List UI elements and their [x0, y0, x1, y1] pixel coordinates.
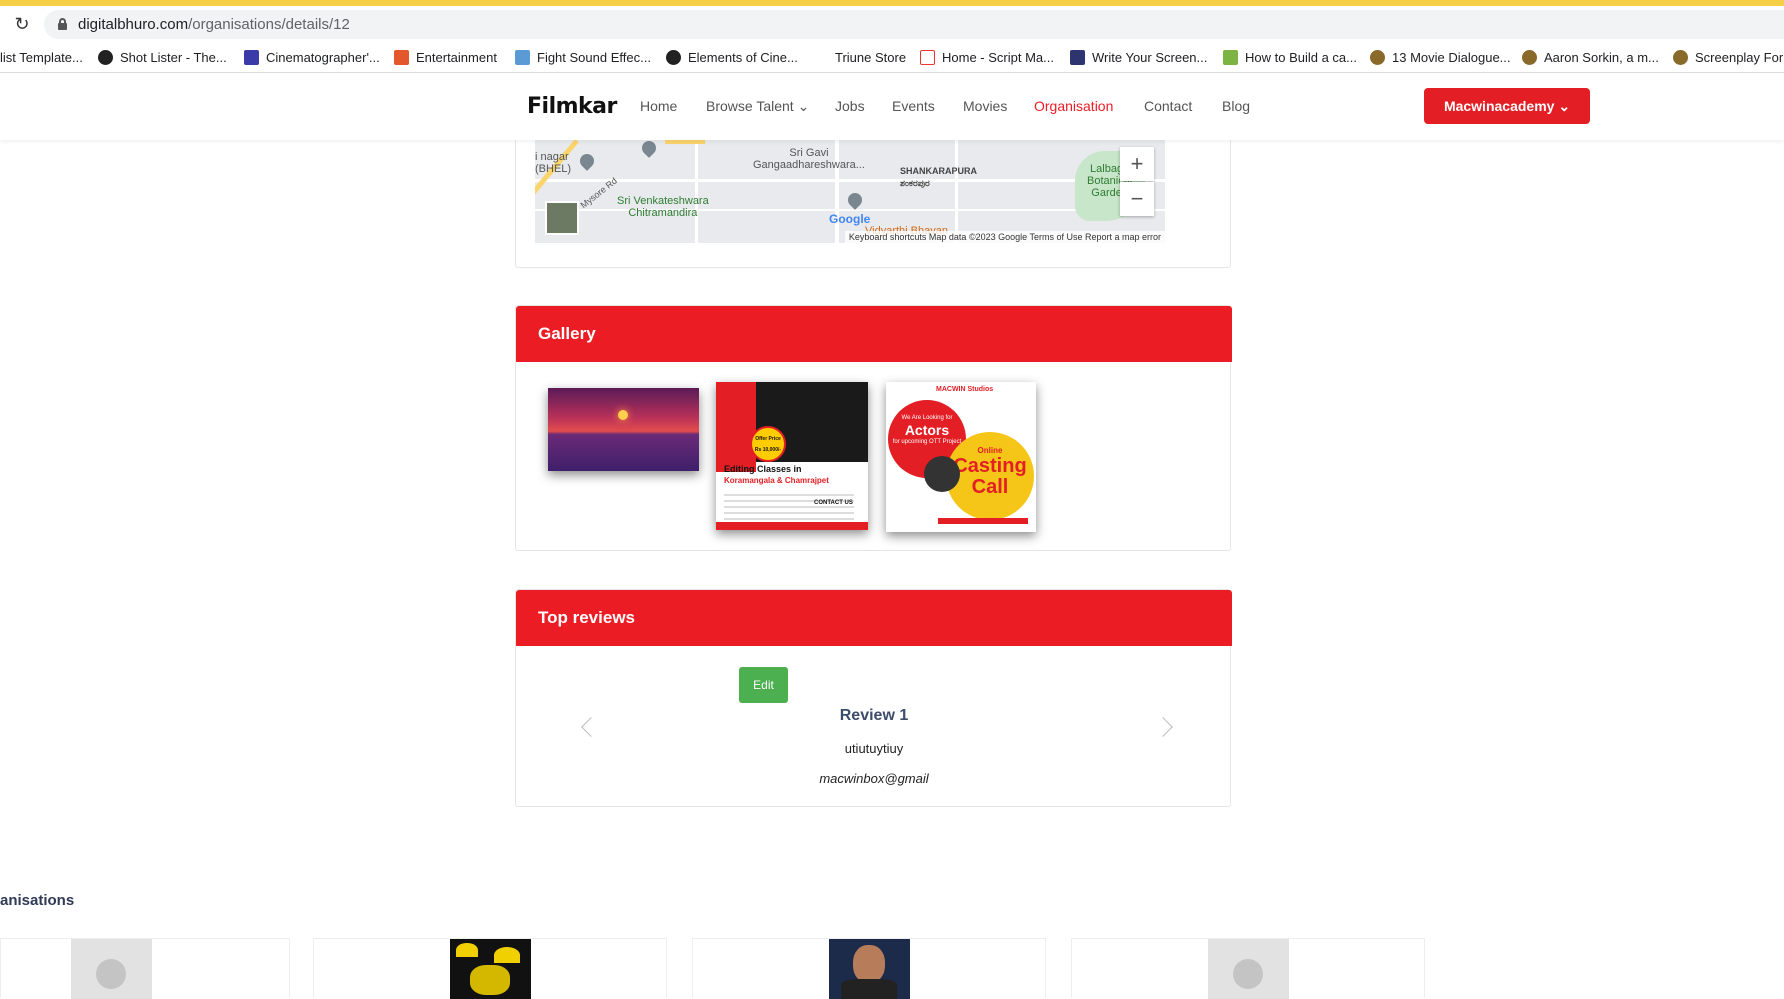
wolf-icon: [1522, 50, 1537, 65]
reviews-card: Top reviews Edit Review 1 utiutuytiuy ma…: [515, 589, 1232, 807]
map-attribution[interactable]: Keyboard shortcuts Map data ©2023 Google…: [844, 231, 1165, 243]
gallery-image-sunset[interactable]: [548, 388, 699, 471]
organisation-image: [450, 939, 531, 999]
store-icon: [813, 50, 828, 65]
gallery-image-casting-call[interactable]: MACWIN Studios We Are Looking for Actors f…: [886, 382, 1036, 532]
organisation-card[interactable]: [313, 938, 667, 999]
map-label: Sri Venkateshwara Chitramandira: [617, 195, 709, 219]
bookmark-item[interactable]: Shot Lister - The...: [98, 48, 227, 68]
organisations-heading: anisations: [0, 892, 75, 909]
nav-browse-talent[interactable]: Browse Talent ⌄: [706, 98, 809, 115]
house-icon: [1223, 50, 1238, 65]
zoom-in-button[interactable]: +: [1120, 147, 1154, 181]
organisation-card[interactable]: [692, 938, 1046, 999]
bookmark-item[interactable]: 13 Movie Dialogue...: [1370, 48, 1511, 68]
lock-icon[interactable]: [58, 18, 67, 30]
organisation-card[interactable]: [1071, 938, 1425, 999]
reviews-title: Top reviews: [516, 590, 1232, 646]
url-domain: digitalbhuro.com: [78, 16, 189, 33]
bookmark-item[interactable]: Screenplay Form: [1673, 48, 1784, 68]
bookmark-item[interactable]: Home - Script Ma...: [920, 48, 1054, 68]
bookmark-item[interactable]: Aaron Sorkin, a m...: [1522, 48, 1659, 68]
map-label: Sri Gavi Gangaadhareshwara...: [753, 147, 865, 171]
address-bar[interactable]: digitalbhuro.com/organisations/details/1…: [44, 10, 1784, 39]
browser-toolbar: ↻ digitalbhuro.com/organisations/details…: [0, 6, 1784, 42]
map-label: i nagar (BHEL): [535, 151, 572, 175]
bookmark-item[interactable]: How to Build a ca...: [1223, 48, 1357, 68]
organisation-card[interactable]: [0, 938, 290, 999]
nav-home[interactable]: Home: [640, 98, 677, 114]
url-path: /organisations/details/12: [188, 16, 350, 33]
bookmark-item[interactable]: Write Your Screen...: [1070, 48, 1207, 68]
edit-review-button[interactable]: Edit: [739, 667, 788, 703]
organisation-image: [829, 939, 910, 999]
bookmark-item[interactable]: Entertainment: [394, 48, 497, 68]
site-logo[interactable]: Filmkar: [527, 94, 617, 119]
screen-icon: [1070, 50, 1085, 65]
nav-organisation[interactable]: Organisation: [1034, 98, 1113, 114]
bookmark-item[interactable]: list Template...: [0, 48, 83, 68]
bookmarks-bar: list Template... Shot Lister - The... Ci…: [0, 43, 1784, 73]
nav-contact[interactable]: Contact: [1144, 98, 1192, 114]
map-label: SHANKARAPURA ಶಂಕರಪುರ: [900, 166, 978, 188]
review-text: utiutuytiuy: [844, 741, 904, 756]
zoom-out-button[interactable]: −: [1120, 182, 1154, 216]
site-header: Filmkar Home Browse Talent ⌄ Jobs Events…: [0, 74, 1784, 140]
reload-icon[interactable]: ↻: [12, 14, 32, 34]
bookmark-item[interactable]: Cinematographer'...: [244, 48, 380, 68]
review-title: Review 1: [839, 707, 909, 724]
wolf-icon: [1370, 50, 1385, 65]
doc-icon: [515, 50, 530, 65]
google-map[interactable]: i nagar (BHEL) Mysore Rd Sri Gavi Gangaa…: [535, 139, 1165, 243]
google-watermark: Google: [829, 212, 871, 226]
review-email: macwinbox@gmail: [819, 771, 929, 786]
globe-icon: [98, 50, 113, 65]
bookmark-item[interactable]: Elements of Cine...: [666, 48, 798, 68]
gallery-title: Gallery: [516, 306, 1232, 362]
script-icon: [920, 50, 935, 65]
organisation-avatar: [71, 939, 152, 999]
bookmark-item[interactable]: Fight Sound Effec...: [515, 48, 651, 68]
s-icon: [394, 50, 409, 65]
nav-movies[interactable]: Movies: [963, 98, 1007, 114]
film-icon: [244, 50, 259, 65]
nav-events[interactable]: Events: [892, 98, 935, 114]
gallery-card: Gallery Offer Price Rs 10,000/- Editing …: [515, 305, 1232, 551]
gallery-image-editing-classes[interactable]: Offer Price Rs 10,000/- Editing Classes …: [716, 382, 868, 530]
organisation-avatar: [1208, 939, 1289, 999]
map-satellite-toggle[interactable]: [545, 201, 579, 235]
nav-blog[interactable]: Blog: [1222, 98, 1250, 114]
url-text: digitalbhuro.com/organisations/details/1…: [78, 16, 350, 33]
bookmark-item[interactable]: Triune Store: [813, 48, 906, 68]
wolf-icon: [1673, 50, 1688, 65]
nav-jobs[interactable]: Jobs: [835, 98, 865, 114]
globe-icon: [666, 50, 681, 65]
user-menu-button[interactable]: Macwinacademy ⌄: [1424, 88, 1590, 124]
